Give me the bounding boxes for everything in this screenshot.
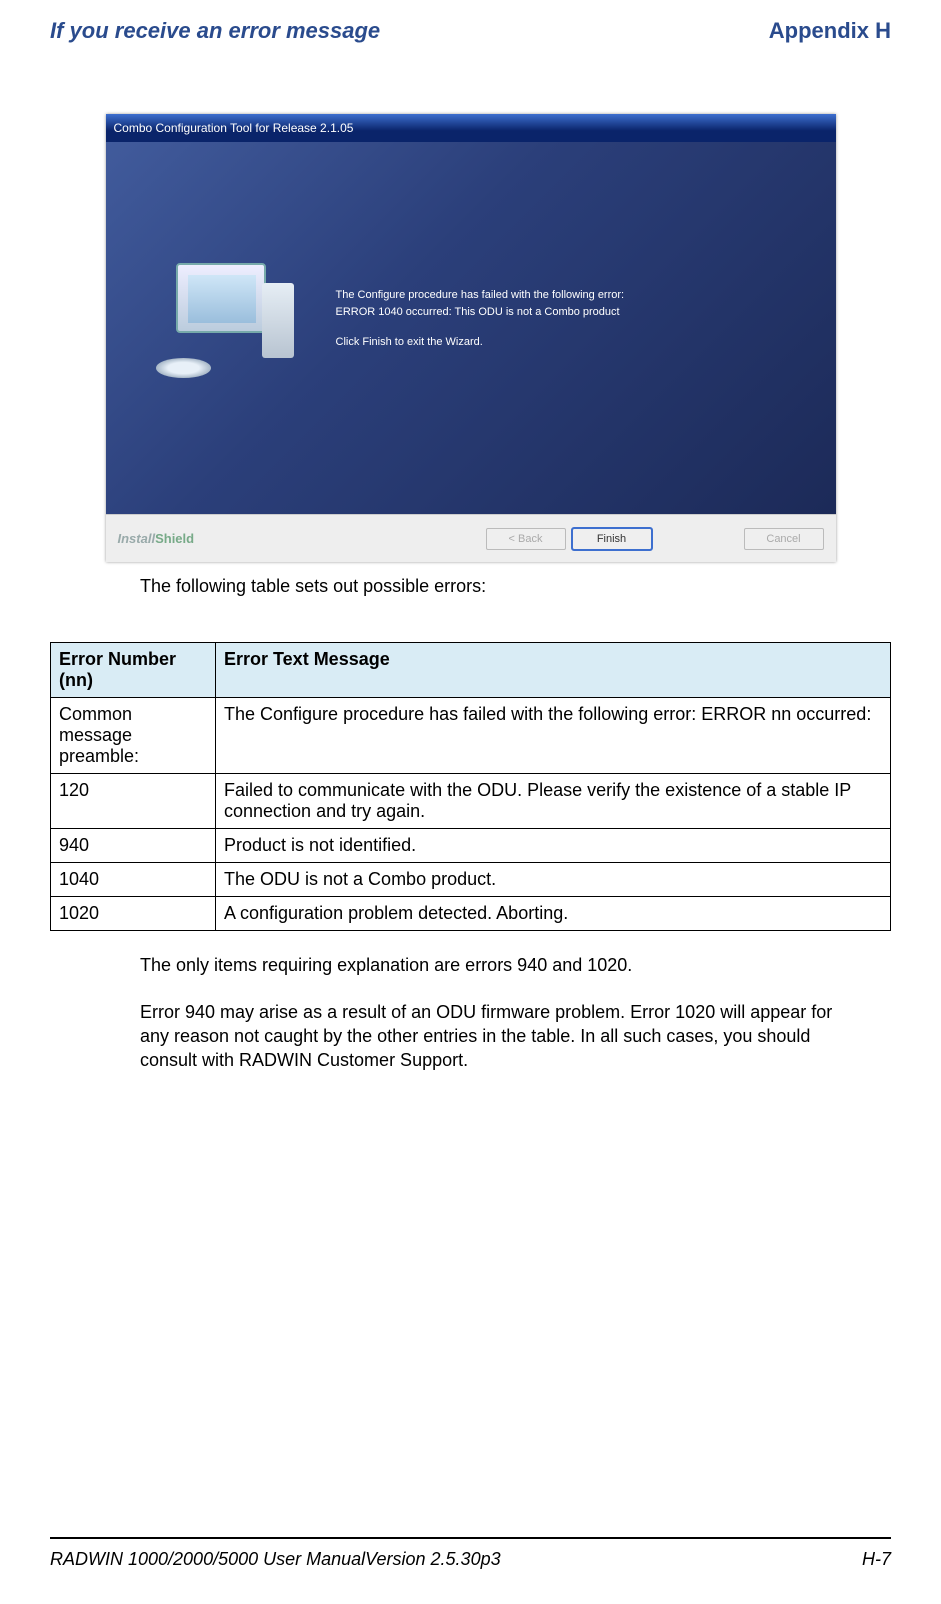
table-row: Common message preamble: The Configure p… <box>51 698 891 774</box>
error-table: Error Number (nn) Error Text Message Com… <box>50 642 891 931</box>
error-text-cell: Failed to communicate with the ODU. Plea… <box>216 774 891 829</box>
table-header-error-number: Error Number (nn) <box>51 643 216 698</box>
error-text-cell: The Configure procedure has failed with … <box>216 698 891 774</box>
page-running-title: If you receive an error message <box>50 18 380 44</box>
error-text-cell: The ODU is not a Combo product. <box>216 863 891 897</box>
explanation-paragraph-2: Error 940 may arise as a result of an OD… <box>140 1000 861 1073</box>
table-row: 120 Failed to communicate with the ODU. … <box>51 774 891 829</box>
error-text-cell: Product is not identified. <box>216 829 891 863</box>
table-row: 940 Product is not identified. <box>51 829 891 863</box>
footer-page-number: H-7 <box>862 1549 891 1570</box>
intro-text: The following table sets out possible er… <box>140 574 861 598</box>
error-number-cell: 1040 <box>51 863 216 897</box>
wizard-finish-instruction: Click Finish to exit the Wizard. <box>336 334 816 351</box>
cancel-button[interactable]: Cancel <box>744 528 824 550</box>
page-appendix-label: Appendix H <box>769 18 891 44</box>
error-number-cell: 120 <box>51 774 216 829</box>
error-number-cell: Common message preamble: <box>51 698 216 774</box>
wizard-screenshot: Combo Configuration Tool for Release 2.1… <box>106 114 836 562</box>
error-number-cell: 940 <box>51 829 216 863</box>
footer-manual-version: RADWIN 1000/2000/5000 User ManualVersion… <box>50 1549 501 1570</box>
wizard-message-panel: The Configure procedure has failed with … <box>336 142 836 514</box>
table-row: 1020 A configuration problem detected. A… <box>51 897 891 931</box>
window-title-bar: Combo Configuration Tool for Release 2.1… <box>106 114 836 142</box>
table-header-error-text: Error Text Message <box>216 643 891 698</box>
wizard-error-line2: ERROR 1040 occurred: This ODU is not a C… <box>336 306 620 318</box>
window-title: Combo Configuration Tool for Release 2.1… <box>114 121 354 135</box>
wizard-error-line1: The Configure procedure has failed with … <box>336 289 625 301</box>
wizard-graphic-panel <box>106 142 336 514</box>
error-number-cell: 1020 <box>51 897 216 931</box>
error-text-cell: A configuration problem detected. Aborti… <box>216 897 891 931</box>
installshield-logo: InstallShield <box>118 531 195 546</box>
table-row: 1040 The ODU is not a Combo product. <box>51 863 891 897</box>
back-button[interactable]: < Back <box>486 528 566 550</box>
computer-icon <box>146 263 296 393</box>
finish-button[interactable]: Finish <box>572 528 652 550</box>
explanation-paragraph-1: The only items requiring explanation are… <box>140 953 861 977</box>
